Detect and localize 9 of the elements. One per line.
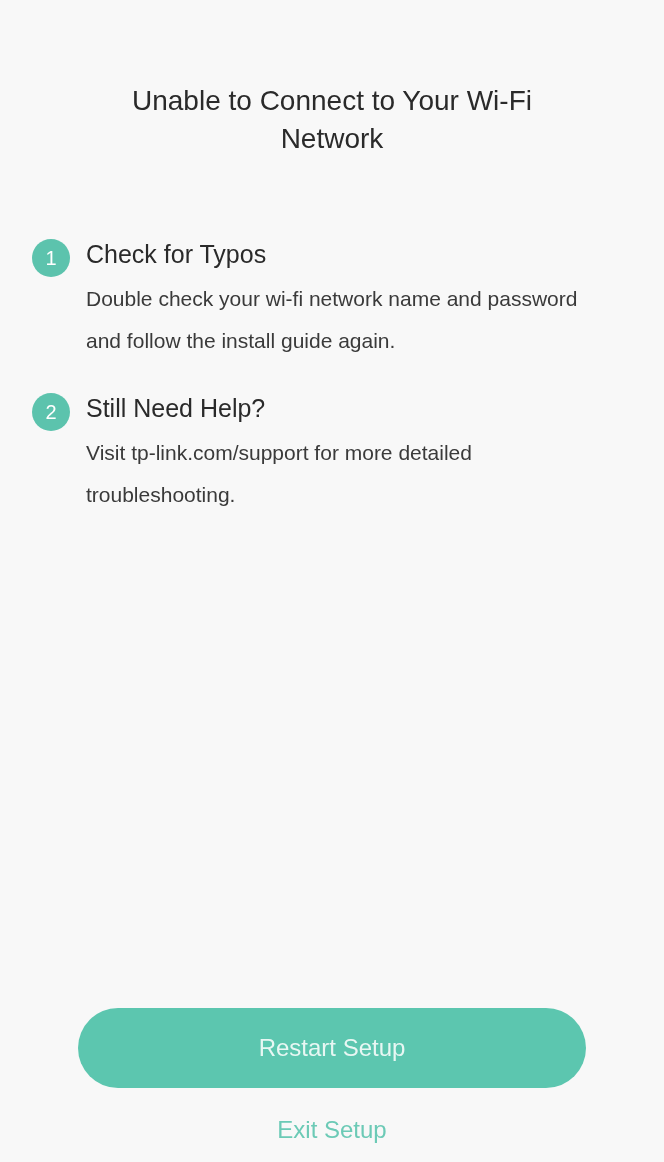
exit-setup-link[interactable]: Exit Setup xyxy=(269,1112,395,1148)
step-description: Double check your wi-fi network name and password and follow the install guide again. xyxy=(86,286,579,354)
page-title: Unable to Connect to Your Wi-Fi Network xyxy=(132,84,532,156)
step-heading: Check for Typos xyxy=(86,239,268,270)
restart-setup-button[interactable]: Restart Setup xyxy=(78,1008,586,1088)
step-description: Visit tp-link.com/support for more detailed troubleshooting. xyxy=(86,440,473,508)
step-heading: Still Need Help? xyxy=(86,393,267,424)
step-number: 1 xyxy=(32,239,70,277)
step-number: 2 xyxy=(32,393,70,431)
